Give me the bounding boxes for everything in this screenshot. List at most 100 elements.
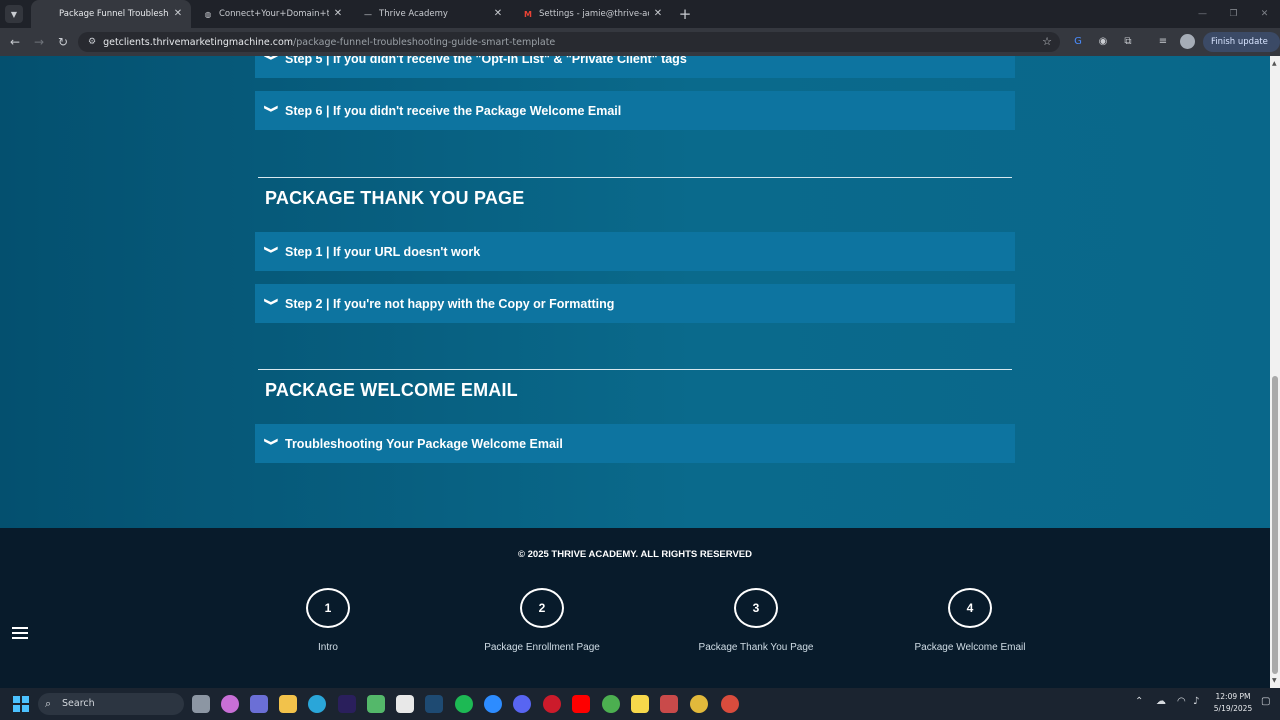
media-controls-icon[interactable]: ≡ (1155, 34, 1171, 50)
page-favicon-icon (43, 9, 53, 19)
opera-icon[interactable] (543, 695, 561, 713)
os-taskbar: ⌕ Search ⌃ ☁ ◠ ♪ 12:09 PM 5/19/2025 ▢ (0, 688, 1280, 720)
bookmark-star-icon[interactable]: ☆ (1042, 35, 1052, 48)
spotify-icon[interactable] (455, 695, 473, 713)
close-icon[interactable]: ✕ (331, 7, 345, 21)
url-host: getclients.thrivemarketingmachine.com (103, 36, 294, 48)
footer-nav-item-intro[interactable]: 1 Intro (248, 588, 408, 653)
page-favicon-icon: — (364, 9, 372, 19)
globe-icon: ◍ (204, 9, 212, 19)
sticky-notes-icon[interactable] (631, 695, 649, 713)
close-icon[interactable]: ✕ (491, 7, 505, 21)
notifications-icon[interactable]: ▢ (1261, 696, 1270, 707)
accordion-item[interactable]: ❯ Step 2 | If you're not happy with the … (255, 284, 1015, 323)
extension-icon[interactable]: ◉ (1095, 34, 1111, 50)
wifi-icon[interactable]: ◠ (1177, 696, 1186, 707)
close-icon[interactable]: ✕ (171, 7, 185, 21)
section-divider (258, 177, 1012, 178)
browser-tab-strip: ▼ Package Funnel Troubleshooting ✕ ◍ Con… (0, 0, 1280, 28)
footer-nav-item-thank-you[interactable]: 3 Package Thank You Page (676, 588, 836, 653)
extension-icon[interactable]: G (1070, 34, 1086, 50)
scroll-down-icon[interactable]: ▼ (1272, 677, 1277, 684)
tray-overflow-icon[interactable]: ⌃ (1135, 696, 1143, 707)
clock-time: 12:09 PM (1215, 692, 1251, 701)
accordion-label: Troubleshooting Your Package Welcome Ema… (285, 436, 563, 451)
taskbar-search-box[interactable]: ⌕ Search (38, 693, 184, 715)
step-number: 2 (520, 588, 564, 628)
page-scrollbar[interactable]: ▲ ▼ (1270, 56, 1280, 688)
step-number: 1 (306, 588, 350, 628)
profile-avatar[interactable] (1180, 34, 1195, 49)
step-label: Package Welcome Email (914, 642, 1026, 653)
new-tab-button[interactable]: + (675, 4, 695, 24)
file-explorer-icon[interactable] (279, 695, 297, 713)
browser-tab[interactable]: ◍ Connect+Your+Domain+to+a+ ✕ (191, 0, 351, 28)
reload-icon[interactable]: ↻ (51, 30, 75, 54)
close-window-icon[interactable]: ✕ (1249, 0, 1280, 28)
section-heading: PACKAGE THANK YOU PAGE (265, 188, 525, 208)
store-icon[interactable] (396, 695, 414, 713)
edge-icon[interactable] (308, 695, 326, 713)
step-number: 3 (734, 588, 778, 628)
app-icon[interactable] (660, 695, 678, 713)
section-divider (258, 369, 1012, 370)
chrome-icon[interactable] (690, 695, 708, 713)
scroll-up-icon[interactable]: ▲ (1272, 60, 1277, 67)
chevron-down-icon: ❯ (263, 104, 279, 113)
task-view-icon[interactable] (192, 695, 210, 713)
chrome-icon[interactable] (721, 695, 739, 713)
chrome-icon[interactable] (602, 695, 620, 713)
copilot-icon[interactable] (221, 695, 239, 713)
zoom-icon[interactable] (484, 695, 502, 713)
restore-icon[interactable]: ❐ (1218, 0, 1249, 28)
browser-toolbar: ← → ↻ ⚙ getclients.thrivemarketingmachin… (0, 28, 1280, 67)
accordion-item[interactable]: ❯ Step 1 | If your URL doesn't work (255, 232, 1015, 271)
chevron-down-icon: ❯ (263, 297, 279, 306)
extensions-puzzle-icon[interactable]: ⧉ (1120, 34, 1136, 50)
premiere-icon[interactable] (338, 695, 356, 713)
tab-label: Package Funnel Troubleshooting (59, 9, 169, 19)
step-label: Intro (317, 642, 338, 653)
section-heading: PACKAGE WELCOME EMAIL (265, 380, 518, 400)
teams-icon[interactable] (250, 695, 268, 713)
step-label: Package Thank You Page (698, 642, 814, 653)
windows-start-icon[interactable] (13, 696, 29, 712)
hamburger-menu-icon[interactable] (12, 627, 28, 642)
steam-icon[interactable] (425, 695, 443, 713)
accordion-label: Step 1 | If your URL doesn't work (285, 244, 481, 259)
clock-date: 5/19/2025 (1213, 704, 1253, 713)
tab-label: Settings - jamie@thrive-academ (539, 9, 649, 19)
onedrive-icon[interactable]: ☁ (1156, 696, 1166, 707)
search-icon: ⌕ (45, 697, 52, 710)
finish-update-button[interactable]: Finish update ⋮ (1203, 32, 1280, 67)
site-info-icon[interactable]: ⚙ (88, 37, 96, 47)
tab-search-button[interactable]: ▼ (5, 5, 23, 23)
tab-label: Connect+Your+Domain+to+a+ (219, 9, 329, 19)
browser-tab[interactable]: Package Funnel Troubleshooting ✕ (31, 0, 191, 28)
forward-icon[interactable]: → (27, 30, 51, 54)
copyright-text: © 2025 THRIVE ACADEMY. ALL RIGHTS RESERV… (518, 549, 752, 560)
back-icon[interactable]: ← (3, 30, 27, 54)
footer-nav-item-enrollment[interactable]: 2 Package Enrollment Page (462, 588, 622, 653)
page-footer: © 2025 THRIVE ACADEMY. ALL RIGHTS RESERV… (0, 528, 1270, 688)
discord-icon[interactable] (513, 695, 531, 713)
close-icon[interactable]: ✕ (651, 7, 665, 21)
browser-tab[interactable]: — Thrive Academy ✕ (351, 0, 511, 28)
accordion-item[interactable]: ❯ Troubleshooting Your Package Welcome E… (255, 424, 1015, 463)
youtube-icon[interactable] (572, 695, 590, 713)
news-icon[interactable] (367, 695, 385, 713)
scrollbar-thumb[interactable] (1272, 376, 1278, 674)
accordion-item[interactable]: ❯ Step 6 | If you didn't receive the Pac… (255, 91, 1015, 130)
minimize-icon[interactable]: — (1187, 0, 1218, 28)
taskbar-clock[interactable]: 12:09 PM 5/19/2025 (1210, 691, 1256, 715)
chevron-down-icon: ❯ (263, 56, 279, 61)
browser-tab[interactable]: M Settings - jamie@thrive-academ ✕ (511, 0, 671, 28)
url-path: /package-funnel-troubleshooting-guide-sm… (293, 36, 556, 48)
address-bar[interactable]: ⚙ getclients.thrivemarketingmachine.com … (78, 32, 1060, 52)
main-content: ❯ Step 5 | If you didn't receive the "Op… (0, 56, 1270, 528)
accordion-item[interactable]: ❯ Step 5 | If you didn't receive the "Op… (255, 56, 1015, 78)
footer-nav-item-welcome-email[interactable]: 4 Package Welcome Email (890, 588, 1050, 653)
tab-label: Thrive Academy (379, 9, 448, 19)
accordion-label: Step 5 | If you didn't receive the "Opt-… (285, 56, 687, 66)
volume-icon[interactable]: ♪ (1193, 696, 1199, 707)
